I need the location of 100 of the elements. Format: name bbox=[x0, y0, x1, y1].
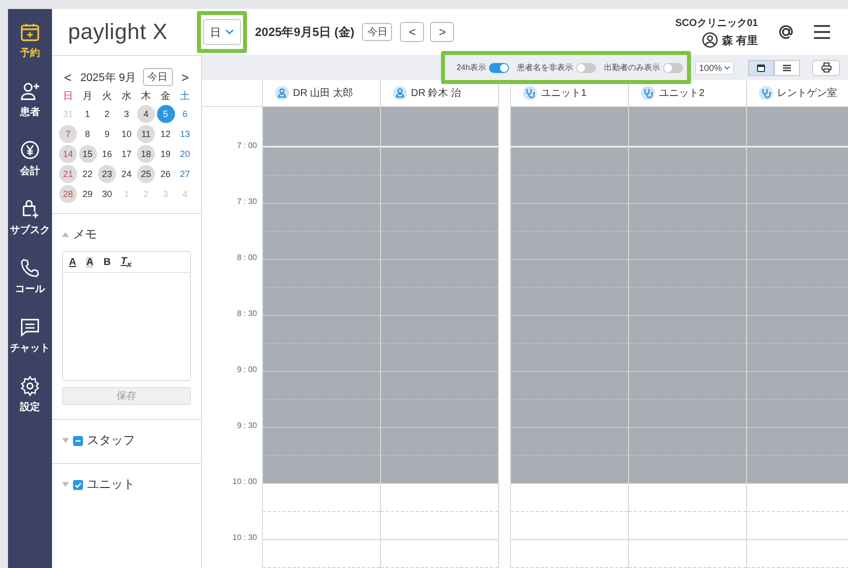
checkbox[interactable] bbox=[73, 436, 83, 446]
nav-item[interactable]: チャット bbox=[10, 316, 50, 355]
calendar-day[interactable]: 29 bbox=[78, 185, 96, 203]
list-icon bbox=[782, 62, 792, 72]
toggle-switch[interactable]: 24h表示 bbox=[456, 62, 509, 73]
next-month-button[interactable]: > bbox=[179, 70, 191, 84]
calendar-day[interactable]: 25 bbox=[137, 165, 155, 183]
unavailable-slot[interactable] bbox=[629, 371, 746, 427]
unavailable-slot[interactable] bbox=[263, 147, 380, 203]
format-button[interactable]: T$_{x}$ bbox=[120, 256, 132, 268]
unavailable-slot[interactable] bbox=[381, 371, 498, 427]
unavailable-slot[interactable] bbox=[511, 147, 628, 203]
view-button[interactable] bbox=[748, 60, 774, 76]
unavailable-slot[interactable] bbox=[747, 371, 848, 427]
calendar-day[interactable]: 6 bbox=[176, 105, 194, 123]
unavailable-slot[interactable] bbox=[747, 203, 848, 259]
calendar-day[interactable]: 17 bbox=[118, 145, 136, 163]
column-title: DR 山田 太郎 bbox=[293, 86, 353, 100]
unavailable-slot[interactable] bbox=[381, 259, 498, 315]
menu-icon[interactable] bbox=[812, 22, 832, 42]
calendar-day[interactable]: 13 bbox=[176, 125, 194, 143]
unavailable-slot[interactable] bbox=[381, 427, 498, 483]
prev-button[interactable]: < bbox=[400, 22, 424, 42]
unavailable-slot[interactable] bbox=[263, 203, 380, 259]
stethoscope-icon bbox=[759, 86, 773, 100]
unavailable-slot[interactable] bbox=[263, 371, 380, 427]
unavailable-slot[interactable] bbox=[747, 315, 848, 371]
caret-icon bbox=[225, 29, 234, 35]
unavailable-slot[interactable] bbox=[511, 259, 628, 315]
memo-editor[interactable]: A A B T$_{x}$ bbox=[62, 251, 191, 381]
calendar-day[interactable]: 16 bbox=[98, 145, 116, 163]
unavailable-slot[interactable] bbox=[381, 147, 498, 203]
calendar-day[interactable]: 4 bbox=[137, 105, 155, 123]
unavailable-slot[interactable] bbox=[747, 259, 848, 315]
nav-item[interactable]: 会計 bbox=[19, 139, 41, 178]
calendar-day[interactable]: 26 bbox=[156, 165, 174, 183]
group-header[interactable]: スタッフ bbox=[62, 432, 135, 449]
unavailable-slot[interactable] bbox=[747, 147, 848, 203]
calendar-day[interactable]: 15 bbox=[78, 145, 96, 163]
calendar-day[interactable]: 10 bbox=[118, 125, 136, 143]
calendar-day[interactable]: 20 bbox=[176, 145, 194, 163]
current-date: 2025年9月5日 (金) bbox=[255, 24, 354, 40]
printer-icon bbox=[820, 62, 832, 73]
calendar-day[interactable]: 27 bbox=[176, 165, 194, 183]
calendar-day[interactable]: 11 bbox=[137, 125, 155, 143]
unavailable-slot[interactable] bbox=[511, 203, 628, 259]
nav-item[interactable]: 予約 bbox=[19, 21, 41, 60]
nav-item[interactable]: サブスク bbox=[10, 198, 50, 237]
logo: paylight X bbox=[67, 19, 169, 45]
calendar-day[interactable]: 8 bbox=[78, 125, 96, 143]
next-button[interactable]: > bbox=[430, 22, 454, 42]
at-sign-icon[interactable] bbox=[776, 22, 796, 42]
checkbox[interactable] bbox=[73, 480, 83, 490]
view-button[interactable] bbox=[774, 60, 800, 76]
print-button[interactable] bbox=[812, 60, 840, 76]
unavailable-slot[interactable] bbox=[747, 427, 848, 483]
format-button[interactable]: B bbox=[103, 256, 111, 268]
phone-icon bbox=[19, 257, 41, 279]
unavailable-slot[interactable] bbox=[511, 427, 628, 483]
group-header[interactable]: ユニット bbox=[62, 476, 135, 493]
nav-item[interactable]: 設定 bbox=[19, 375, 41, 414]
unavailable-slot[interactable] bbox=[263, 427, 380, 483]
today-button[interactable]: 今日 bbox=[362, 23, 392, 41]
unavailable-slot[interactable] bbox=[629, 427, 746, 483]
unavailable-slot[interactable] bbox=[511, 315, 628, 371]
calendar-day[interactable]: 3 bbox=[118, 105, 136, 123]
calendar-day[interactable]: 24 bbox=[118, 165, 136, 183]
calendar-day[interactable]: 22 bbox=[78, 165, 96, 183]
stethoscope-icon bbox=[523, 86, 537, 100]
unavailable-slot[interactable] bbox=[629, 315, 746, 371]
weekday-label: 木 bbox=[140, 90, 152, 103]
format-button[interactable]: A bbox=[69, 256, 76, 268]
view-select[interactable]: 日 bbox=[203, 19, 241, 45]
unavailable-slot[interactable] bbox=[381, 203, 498, 259]
memo-header[interactable]: メモ bbox=[62, 226, 97, 243]
zoom-select[interactable]: 100% bbox=[694, 60, 734, 74]
nav-item[interactable]: 患者 bbox=[19, 80, 41, 119]
toggle-switch[interactable]: 出勤者のみ表示 bbox=[604, 62, 683, 73]
nav-item[interactable]: コール bbox=[15, 257, 45, 296]
calendar-day[interactable]: 19 bbox=[156, 145, 174, 163]
calendar-icon bbox=[756, 62, 766, 72]
calendar-day[interactable]: 12 bbox=[156, 125, 174, 143]
month-title: 2025年 9月 bbox=[80, 70, 136, 84]
calendar-day[interactable]: 1 bbox=[78, 105, 96, 123]
calendar-day[interactable]: 9 bbox=[98, 125, 116, 143]
calendar-day[interactable]: 30 bbox=[98, 185, 116, 203]
unavailable-slot[interactable] bbox=[263, 259, 380, 315]
unavailable-slot[interactable] bbox=[511, 371, 628, 427]
calendar-day[interactable]: 23 bbox=[98, 165, 116, 183]
unavailable-slot[interactable] bbox=[263, 315, 380, 371]
format-button[interactable]: A bbox=[86, 256, 94, 268]
unavailable-slot[interactable] bbox=[629, 147, 746, 203]
today-button[interactable]: 今日 bbox=[142, 68, 173, 86]
unavailable-slot[interactable] bbox=[629, 259, 746, 315]
calendar-day[interactable]: 2 bbox=[98, 105, 116, 123]
unavailable-slot[interactable] bbox=[381, 315, 498, 371]
toggle-switch[interactable]: 患者名を非表示 bbox=[516, 62, 596, 73]
calendar-day[interactable]: 18 bbox=[137, 145, 155, 163]
prev-month-button[interactable]: < bbox=[62, 70, 74, 84]
unavailable-slot[interactable] bbox=[629, 203, 746, 259]
